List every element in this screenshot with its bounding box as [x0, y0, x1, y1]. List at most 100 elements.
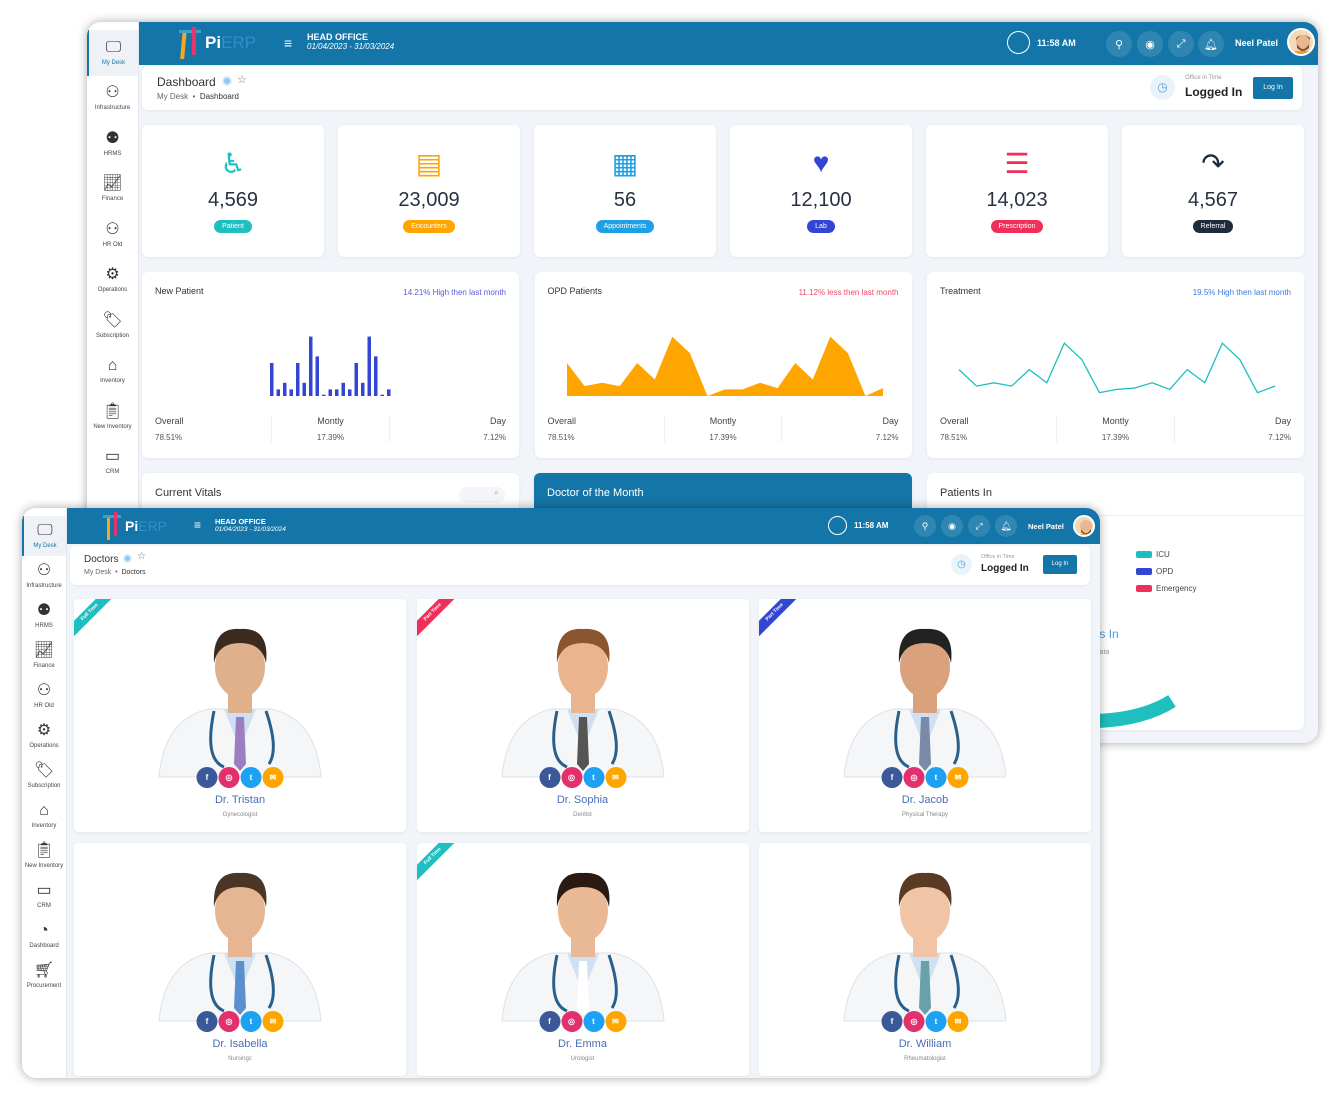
- stat-card-appointments[interactable]: ▦ 56 Appointments: [534, 125, 716, 257]
- mail-icon[interactable]: ✉: [605, 767, 626, 788]
- pin-icon[interactable]: ☆: [237, 73, 247, 86]
- sidebar-item-hr-old[interactable]: ⚇ HR Old: [22, 676, 66, 716]
- sidebar-item-operations[interactable]: ⚙ Operations: [87, 258, 138, 304]
- twitter-icon[interactable]: t: [925, 1011, 947, 1032]
- logo: Pi ERP: [177, 27, 256, 59]
- facebook-icon[interactable]: f: [881, 767, 903, 788]
- sidebar-item-infrastructure[interactable]: ⚇ Infrastructure: [22, 556, 66, 596]
- clipboard-icon: 📋︎: [33, 842, 55, 859]
- sidebar-item-operations[interactable]: ⚙ Operations: [22, 716, 66, 756]
- pin-button[interactable]: ⚲: [1106, 31, 1132, 57]
- info-icon[interactable]: [222, 76, 232, 86]
- menu-icon[interactable]: ≡: [284, 35, 292, 51]
- twitter-icon[interactable]: t: [583, 1011, 604, 1032]
- doctor-card[interactable]: f ◎ t ✉ Dr. William Rheumatologist: [759, 843, 1091, 1076]
- pin-icon[interactable]: ☆: [137, 551, 146, 562]
- facebook-icon[interactable]: f: [539, 1011, 560, 1032]
- sidebar-item-my-desk[interactable]: 🖵 My Desk: [87, 30, 138, 76]
- sidebar-item-subscription[interactable]: 🏷︎ Subscription: [22, 756, 66, 796]
- doctor-name[interactable]: Dr. Sophia: [417, 794, 749, 806]
- doctor-name[interactable]: Dr. William: [759, 1038, 1091, 1050]
- stat-badge: Lab: [807, 220, 835, 233]
- sidebar-item-label: HR Old: [102, 241, 123, 248]
- sidebar-item-crm[interactable]: ▭ CRM: [87, 440, 138, 486]
- bell-button[interactable]: 🔔︎: [995, 515, 1017, 537]
- instagram-icon[interactable]: ◎: [561, 1011, 582, 1032]
- sidebar-item-new-inventory[interactable]: 📋︎ New Inventory: [22, 836, 66, 876]
- sidebar-item-inventory[interactable]: ⌂ Inventory: [87, 349, 138, 395]
- mail-icon[interactable]: ✉: [262, 767, 284, 788]
- facebook-icon[interactable]: f: [196, 1011, 218, 1032]
- eye-button[interactable]: ◉: [1137, 31, 1163, 57]
- page-title: Dashboard: [157, 75, 216, 89]
- sidebar-item-hr-old[interactable]: ⚇ HR Old: [87, 212, 138, 258]
- stat-card-referral[interactable]: ↷ 4,567 Referral: [1122, 125, 1304, 257]
- sidebar-item-hrms[interactable]: ⚉ HRMS: [87, 121, 138, 167]
- mail-icon[interactable]: ✉: [947, 767, 969, 788]
- document-icon: ▤: [415, 148, 443, 179]
- facebook-icon[interactable]: f: [196, 767, 218, 788]
- search-button[interactable]: ⌕: [459, 487, 505, 503]
- doctor-card[interactable]: Part Time f ◎ t ✉ Dr. Sophia Dentist: [416, 599, 749, 832]
- facebook-icon[interactable]: f: [881, 1011, 903, 1032]
- user-name[interactable]: Neel Patel: [1235, 38, 1278, 48]
- sidebar-item-new-inventory[interactable]: 📋︎ New Inventory: [87, 394, 138, 440]
- doctor-card[interactable]: Full Time f ◎ t ✉ Dr. Tristan Gynecologist: [74, 599, 406, 832]
- user-name[interactable]: Neel Patel: [1028, 522, 1064, 531]
- clock-icon: ◷: [1150, 75, 1175, 100]
- stat-card-encounters[interactable]: ▤ 23,009 Encounters: [338, 125, 520, 257]
- sidebar-item-subscription[interactable]: 🏷︎ Subscription: [87, 303, 138, 349]
- doctor-name[interactable]: Dr. Tristan: [74, 794, 406, 806]
- sidebar-item-infrastructure[interactable]: ⚇ Infrastructure: [87, 76, 138, 122]
- mail-icon[interactable]: ✉: [605, 1011, 626, 1032]
- sidebar-item-finance[interactable]: 📈︎ Finance: [87, 167, 138, 213]
- fullscreen-button[interactable]: ⤢: [968, 515, 990, 537]
- pin-button[interactable]: ⚲: [914, 515, 936, 537]
- stat-card-lab[interactable]: ♥ 12,100 Lab: [730, 125, 912, 257]
- eye-button[interactable]: ◉: [941, 515, 963, 537]
- log-in-button[interactable]: Log In: [1253, 77, 1293, 99]
- office-info[interactable]: HEAD OFFICE 01/04/2023 - 31/03/2024: [307, 32, 394, 51]
- doctor-name[interactable]: Dr. Isabella: [74, 1038, 406, 1050]
- sidebar-item-hrms[interactable]: ⚉ HRMS: [22, 596, 66, 636]
- avatar[interactable]: [1287, 28, 1315, 56]
- sidebar-item-label: Dashboard: [29, 943, 59, 949]
- twitter-icon[interactable]: t: [583, 767, 604, 788]
- sidebar-item-procurement[interactable]: 🛒︎ Procurement: [22, 956, 66, 996]
- doctor-card[interactable]: f ◎ t ✉ Dr. Isabella Nursingc: [74, 843, 406, 1076]
- doctor-card[interactable]: Part Time f ◎ t ✉ Dr. Jacob Physical Therap…: [759, 599, 1091, 832]
- page-header: Doctors ☆ My Desk • Doctors ◷ Office in …: [70, 546, 1090, 585]
- sidebar-item-crm[interactable]: ▭ CRM: [22, 876, 66, 916]
- sidebar-item-dashboard[interactable]: ◔ Dashboard: [22, 916, 66, 956]
- log-in-button[interactable]: Log In: [1043, 555, 1077, 574]
- stat-card-patient[interactable]: ♿︎ 4,569 Patient: [142, 125, 324, 257]
- bell-button[interactable]: 🔔︎: [1198, 31, 1224, 57]
- twitter-icon[interactable]: t: [925, 767, 947, 788]
- twitter-icon[interactable]: t: [240, 767, 262, 788]
- stat-card-prescription[interactable]: ☰ 14,023 Prescription: [926, 125, 1108, 257]
- instagram-icon[interactable]: ◎: [903, 767, 925, 788]
- sidebar-item-label: Inventory: [100, 378, 125, 385]
- doctor-name[interactable]: Dr. Emma: [417, 1038, 749, 1050]
- fullscreen-button[interactable]: ⤢: [1168, 31, 1194, 57]
- facebook-icon[interactable]: f: [539, 767, 560, 788]
- sidebar-item-inventory[interactable]: ⌂ Inventory: [22, 796, 66, 836]
- sidebar-item-label: Subscription: [27, 783, 61, 789]
- mail-icon[interactable]: ✉: [262, 1011, 284, 1032]
- instagram-icon[interactable]: ◎: [903, 1011, 925, 1032]
- office-info[interactable]: HEAD OFFICE 01/04/2023 - 31/03/2024: [215, 517, 286, 533]
- doctor-specialty: Nursingc: [228, 1056, 252, 1062]
- menu-icon[interactable]: ≡: [194, 518, 201, 532]
- doctor-card[interactable]: Full Time f ◎ t ✉ Dr. Emma Urologist: [416, 843, 749, 1076]
- avatar[interactable]: [1073, 515, 1095, 537]
- doctor-name[interactable]: Dr. Jacob: [759, 794, 1091, 806]
- bar: [322, 394, 326, 396]
- instagram-icon[interactable]: ◎: [218, 1011, 240, 1032]
- instagram-icon[interactable]: ◎: [561, 767, 582, 788]
- mail-icon[interactable]: ✉: [947, 1011, 969, 1032]
- info-icon[interactable]: [123, 554, 132, 563]
- instagram-icon[interactable]: ◎: [218, 767, 240, 788]
- twitter-icon[interactable]: t: [240, 1011, 262, 1032]
- sidebar-item-finance[interactable]: 📈︎ Finance: [22, 636, 66, 676]
- sidebar-item-my-desk[interactable]: 🖵 My Desk: [22, 516, 66, 556]
